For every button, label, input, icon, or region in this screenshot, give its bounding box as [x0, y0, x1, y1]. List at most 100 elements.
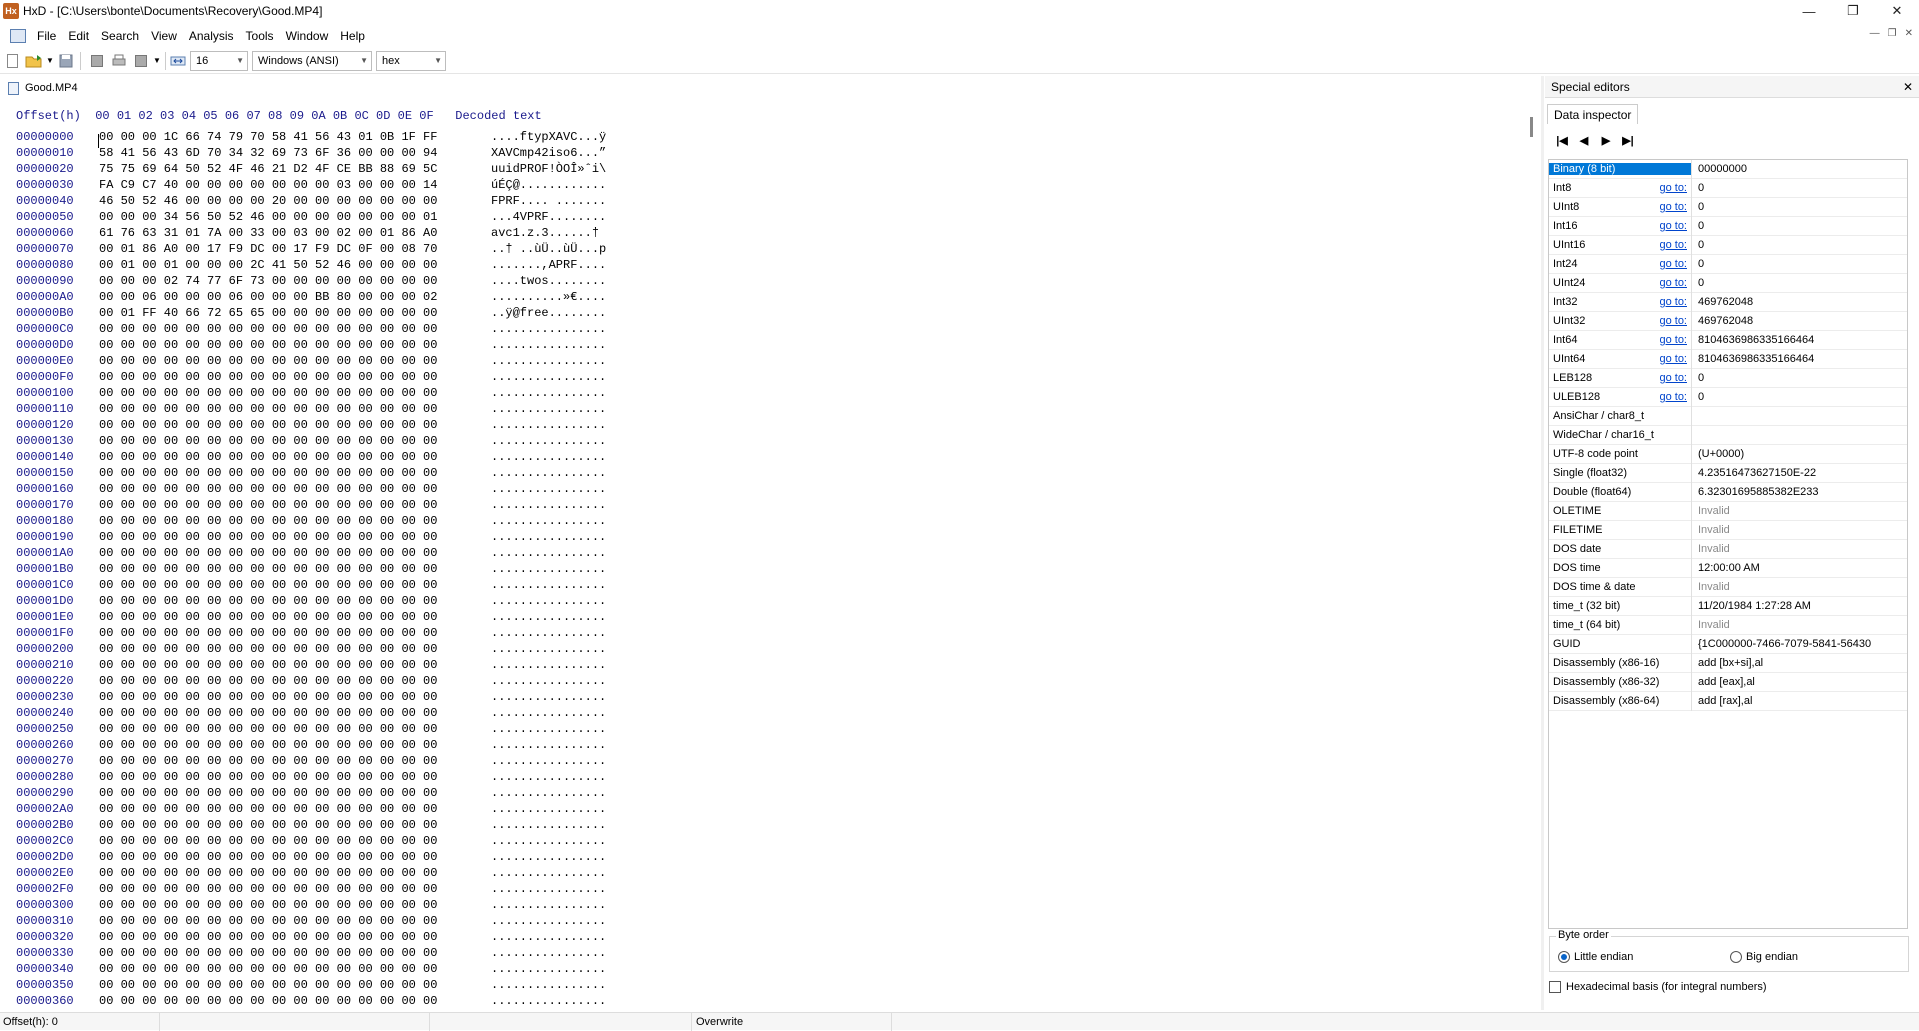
hex-row[interactable]: 000002E0 00 00 00 00 00 00 00 00 00 00 00…	[16, 865, 606, 881]
row-bytes[interactable]: 00 00 00 00 00 00 00 00 00 00 00 00 00 0…	[99, 433, 491, 449]
big-endian-radio[interactable]: Big endian	[1730, 951, 1798, 963]
row-decoded-text[interactable]: ..ÿ@free........	[491, 306, 606, 320]
tab-data-inspector[interactable]: Data inspector	[1547, 104, 1639, 124]
inspector-row-value[interactable]: 0	[1691, 387, 1907, 407]
print-button[interactable]	[109, 51, 129, 71]
mdi-minimize-icon[interactable]: —	[1870, 28, 1880, 39]
row-decoded-text[interactable]: ...4VPRF........	[491, 210, 606, 224]
row-bytes[interactable]: 00 00 00 00 00 00 00 00 00 00 00 00 00 0…	[99, 577, 491, 593]
row-bytes[interactable]: 00 00 00 00 00 00 00 00 00 00 00 00 00 0…	[99, 641, 491, 657]
hex-row[interactable]: 000002C0 00 00 00 00 00 00 00 00 00 00 00…	[16, 833, 606, 849]
row-decoded-text[interactable]: ................	[491, 482, 606, 496]
row-decoded-text[interactable]: ................	[491, 354, 606, 368]
inspector-row-value[interactable]: Invalid	[1691, 501, 1907, 521]
row-decoded-text[interactable]: ..† ..ùÜ..ùÜ...p	[491, 242, 606, 256]
row-decoded-text[interactable]: ................	[491, 770, 606, 784]
row-decoded-text[interactable]: ................	[491, 626, 606, 640]
hex-row[interactable]: 00000260 00 00 00 00 00 00 00 00 00 00 00…	[16, 737, 606, 753]
row-bytes[interactable]: 46 50 52 46 00 00 00 00 20 00 00 00 00 0…	[99, 193, 491, 209]
mdi-restore-icon[interactable]: ❐	[1888, 28, 1897, 39]
hex-row[interactable]: 000001F0 00 00 00 00 00 00 00 00 00 00 00…	[16, 625, 606, 641]
menu-window[interactable]: Window	[280, 29, 335, 43]
hex-row[interactable]: 00000160 00 00 00 00 00 00 00 00 00 00 00…	[16, 481, 606, 497]
row-bytes[interactable]: 00 00 00 00 00 00 00 00 00 00 00 00 00 0…	[99, 337, 491, 353]
inspector-row[interactable]: DOS time 12:00:00 AM	[1549, 558, 1907, 578]
row-bytes[interactable]: 00 00 00 00 00 00 00 00 00 00 00 00 00 0…	[99, 817, 491, 833]
panel-close-icon[interactable]: ✕	[1903, 80, 1913, 94]
row-bytes[interactable]: 58 41 56 43 6D 70 34 32 69 73 6F 36 00 0…	[99, 145, 491, 161]
row-decoded-text[interactable]: ................	[491, 402, 606, 416]
row-bytes[interactable]: 00 00 00 00 00 00 00 00 00 00 00 00 00 0…	[99, 513, 491, 529]
row-bytes[interactable]: 00 00 00 00 00 00 00 00 00 00 00 00 00 0…	[99, 401, 491, 417]
row-bytes[interactable]: 00 00 00 00 00 00 00 00 00 00 00 00 00 0…	[99, 689, 491, 705]
inspector-row-value[interactable]: 0	[1691, 216, 1907, 236]
inspector-row-value[interactable]: 4.23516473627150E-22	[1691, 463, 1907, 483]
hex-row[interactable]: 00000240 00 00 00 00 00 00 00 00 00 00 00…	[16, 705, 606, 721]
little-endian-radio[interactable]: Little endian	[1558, 951, 1633, 963]
row-bytes[interactable]: 00 00 00 00 00 00 00 00 00 00 00 00 00 0…	[99, 385, 491, 401]
row-bytes[interactable]: 00 01 86 A0 00 17 F9 DC 00 17 F9 DC 0F 0…	[99, 241, 491, 257]
go-to-link[interactable]: go to:	[1659, 182, 1687, 194]
row-bytes[interactable]: 00 00 00 00 00 00 00 00 00 00 00 00 00 0…	[99, 529, 491, 545]
inspector-row-value[interactable]: 6.32301695885382E233	[1691, 482, 1907, 502]
inspector-row-value[interactable]	[1691, 406, 1907, 426]
hex-row[interactable]: 00000170 00 00 00 00 00 00 00 00 00 00 00…	[16, 497, 606, 513]
inspector-row-value[interactable]: (U+0000)	[1691, 444, 1907, 464]
row-bytes[interactable]: 00 00 00 00 00 00 00 00 00 00 00 00 00 0…	[99, 673, 491, 689]
close-file-button[interactable]	[87, 51, 107, 71]
inspector-row[interactable]: Int64 go to: 8104636986335166464	[1549, 330, 1907, 350]
inspector-row[interactable]: Disassembly (x86-16) add [bx+si],al	[1549, 653, 1907, 673]
row-bytes[interactable]: 00 00 00 00 00 00 00 00 00 00 00 00 00 0…	[99, 913, 491, 929]
inspector-row-value[interactable]: add [rax],al	[1691, 691, 1907, 711]
row-bytes[interactable]: 61 76 63 31 01 7A 00 33 00 03 00 02 00 0…	[99, 225, 491, 241]
hex-row[interactable]: 00000270 00 00 00 00 00 00 00 00 00 00 00…	[16, 753, 606, 769]
panel-splitter[interactable]	[1541, 76, 1544, 1010]
hex-row[interactable]: 000002A0 00 00 00 00 00 00 00 00 00 00 00…	[16, 801, 606, 817]
go-to-link[interactable]: go to:	[1659, 277, 1687, 289]
inspector-row-value[interactable]: Invalid	[1691, 615, 1907, 635]
last-icon[interactable]: ▶|	[1621, 134, 1635, 148]
row-bytes[interactable]: 00 00 00 00 00 00 00 00 00 00 00 00 00 0…	[99, 353, 491, 369]
inspector-row-value[interactable]: 0	[1691, 178, 1907, 198]
row-bytes[interactable]: 00 00 00 00 00 00 00 00 00 00 00 00 00 0…	[99, 481, 491, 497]
row-decoded-text[interactable]: ................	[491, 418, 606, 432]
row-bytes[interactable]: 00 00 00 34 56 50 52 46 00 00 00 00 00 0…	[99, 209, 491, 225]
row-decoded-text[interactable]: ................	[491, 642, 606, 656]
hex-row[interactable]: 00000040 46 50 52 46 00 00 00 00 20 00 00…	[16, 193, 606, 209]
row-decoded-text[interactable]: ................	[491, 722, 606, 736]
inspector-row[interactable]: DOS time & date Invalid	[1549, 577, 1907, 597]
hex-row[interactable]: 00000330 00 00 00 00 00 00 00 00 00 00 00…	[16, 945, 606, 961]
row-bytes[interactable]: 00 00 00 00 00 00 00 00 00 00 00 00 00 0…	[99, 753, 491, 769]
save-button[interactable]	[56, 51, 76, 71]
inspector-row[interactable]: UInt64 go to: 8104636986335166464	[1549, 349, 1907, 369]
row-decoded-text[interactable]: ................	[491, 530, 606, 544]
inspector-row-value[interactable]: Invalid	[1691, 577, 1907, 597]
row-bytes[interactable]: 00 00 00 00 00 00 00 00 00 00 00 00 00 0…	[99, 625, 491, 641]
hex-row[interactable]: 00000320 00 00 00 00 00 00 00 00 00 00 00…	[16, 929, 606, 945]
row-bytes[interactable]: 00 00 00 00 00 00 00 00 00 00 00 00 00 0…	[99, 497, 491, 513]
row-bytes[interactable]: 00 00 00 00 00 00 00 00 00 00 00 00 00 0…	[99, 721, 491, 737]
hex-row[interactable]: 00000180 00 00 00 00 00 00 00 00 00 00 00…	[16, 513, 606, 529]
row-decoded-text[interactable]: ................	[491, 370, 606, 384]
go-to-link[interactable]: go to:	[1659, 201, 1687, 213]
menu-search[interactable]: Search	[95, 29, 145, 43]
inspector-row[interactable]: time_t (64 bit) Invalid	[1549, 615, 1907, 635]
minimize-icon[interactable]: —	[1787, 0, 1831, 22]
row-bytes[interactable]: 00 00 00 00 00 00 00 00 00 00 00 00 00 0…	[99, 321, 491, 337]
row-decoded-text[interactable]: ................	[491, 498, 606, 512]
row-bytes[interactable]: 00 00 00 02 74 77 6F 73 00 00 00 00 00 0…	[99, 273, 491, 289]
row-decoded-text[interactable]: ................	[491, 930, 606, 944]
row-decoded-text[interactable]: úÉÇ@............	[491, 178, 606, 192]
hex-row[interactable]: 000000D0 00 00 00 00 00 00 00 00 00 00 00…	[16, 337, 606, 353]
hex-row[interactable]: 00000120 00 00 00 00 00 00 00 00 00 00 00…	[16, 417, 606, 433]
inspector-row-value[interactable]: 0	[1691, 235, 1907, 255]
inspector-row[interactable]: UInt8 go to: 0	[1549, 197, 1907, 217]
hex-row[interactable]: 00000220 00 00 00 00 00 00 00 00 00 00 00…	[16, 673, 606, 689]
row-decoded-text[interactable]: ................	[491, 914, 606, 928]
offset-base-select[interactable]: hex ▼	[376, 50, 446, 71]
go-to-link[interactable]: go to:	[1659, 258, 1687, 270]
row-bytes[interactable]: 00 01 00 01 00 00 00 2C 41 50 52 46 00 0…	[99, 257, 491, 273]
inspector-row[interactable]: DOS date Invalid	[1549, 539, 1907, 559]
hex-row[interactable]: 00000190 00 00 00 00 00 00 00 00 00 00 00…	[16, 529, 606, 545]
row-bytes[interactable]: 00 00 06 00 00 00 06 00 00 00 BB 80 00 0…	[99, 289, 491, 305]
